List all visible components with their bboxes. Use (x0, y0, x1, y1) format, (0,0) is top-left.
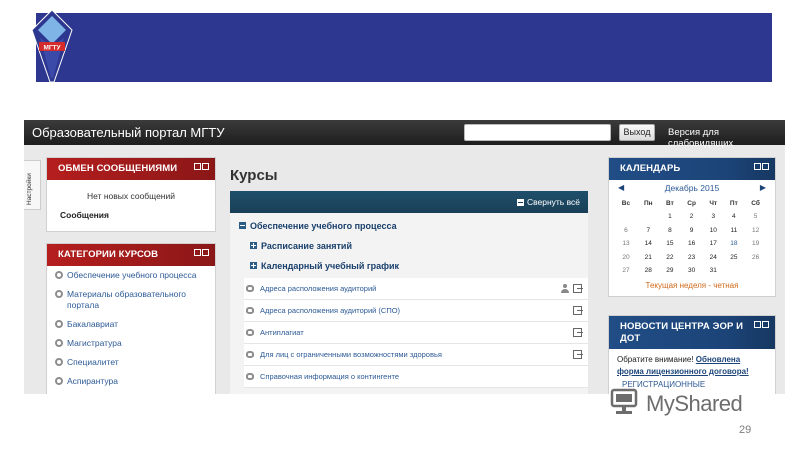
resource-row[interactable]: Справочная информация о контингенте (244, 366, 588, 388)
calendar-nav: ◀ Декабрь 2015 ▶ (609, 180, 775, 196)
category-item[interactable]: Магистратура (55, 338, 209, 349)
news-block: НОВОСТИ ЦЕНТРА ЭОР И ДОТ Обратите вниман… (608, 315, 776, 394)
block-dock-icon[interactable] (762, 163, 769, 170)
svg-text:МГТУ: МГТУ (43, 45, 61, 52)
resource-row[interactable]: Антиплагиат (244, 322, 588, 344)
block-collapse-icon[interactable] (194, 163, 201, 170)
link-icon (246, 329, 254, 336)
slide: МГТУ Образовательный портал МГТУ Выход В… (0, 0, 800, 450)
calendar-grid: Вс Пн Вт Ср Чт Пт Сб 12345 6 7 8 9 10 11 12 13 14 15 16… (615, 196, 767, 278)
section-item[interactable]: Обеспечение учебного процесса (230, 216, 588, 236)
news-block-title-line2: ДОТ (620, 333, 641, 344)
no-messages-text: Нет новых сообщений (87, 191, 175, 201)
settings-tab[interactable]: Настройки (24, 160, 41, 210)
gear-icon (55, 377, 63, 385)
messages-link[interactable]: Сообщения (60, 210, 215, 220)
resource-row[interactable]: Адреса расположения аудиторий (244, 278, 588, 300)
minus-icon (516, 199, 524, 207)
news-link-continued[interactable]: форма лицензионного договора! (617, 366, 767, 378)
news-block-title-line1: НОВОСТИ ЦЕНТРА ЭОР И (620, 321, 744, 332)
block-collapse-icon[interactable] (754, 163, 761, 170)
user-icon[interactable] (561, 284, 569, 293)
link-icon (246, 307, 254, 314)
page-number: 29 (739, 424, 752, 436)
categories-block: КАТЕГОРИИ КУРСОВ Обеспечение учебного пр… (46, 243, 216, 394)
gear-icon (55, 290, 63, 298)
gear-icon (55, 358, 63, 366)
settings-tab-label: Настройки (26, 173, 33, 205)
mgtu-logo: МГТУ (31, 9, 73, 83)
enter-icon[interactable] (573, 284, 583, 293)
calendar-block-header: КАЛЕНДАРЬ (609, 158, 775, 180)
news-link[interactable]: Обновлена (696, 355, 740, 364)
categories-block-header: КАТЕГОРИИ КУРСОВ (47, 244, 215, 266)
link-icon (246, 351, 254, 358)
block-dock-icon[interactable] (762, 321, 769, 328)
impaired-version-link[interactable]: Версия для слабовидящих (668, 127, 785, 149)
categories-block-title: КАТЕГОРИИ КУРСОВ (58, 249, 159, 260)
course-tree-toolbar: Свернуть всё (230, 191, 588, 213)
link-icon (246, 373, 254, 380)
news-block-header: НОВОСТИ ЦЕНТРА ЭОР И ДОТ (609, 316, 775, 349)
calendar-week: 13 14 15 16 17 18 19 (622, 240, 760, 248)
gear-icon (55, 339, 63, 347)
courses-title: Курсы (230, 167, 278, 184)
category-item[interactable]: Материалы образовательного портала (55, 289, 209, 311)
calendar-weekday-row: Вс Пн Вт Ср Чт Пт Сб (621, 199, 760, 207)
enter-icon[interactable] (573, 306, 583, 315)
calendar-block: КАЛЕНДАРЬ ◀ Декабрь 2015 ▶ Вс Пн Вт Ср Чт Пт С… (608, 157, 776, 297)
courses-region: Курсы Свернуть всё Обеспечение учебного … (230, 160, 588, 394)
category-item[interactable]: Бакалавриат (55, 319, 209, 330)
prev-month-icon[interactable]: ◀ (618, 180, 624, 196)
resource-row[interactable]: Адреса расположения аудиторий (СПО) (244, 300, 588, 322)
categories-list: Обеспечение учебного процесса Материалы … (47, 266, 215, 387)
section-item[interactable]: Расписание занятий (230, 236, 588, 256)
calendar-week: 27 28 29 30 31 (622, 267, 717, 275)
collapse-all-button[interactable]: Свернуть всё (516, 197, 580, 207)
block-collapse-icon[interactable] (754, 321, 761, 328)
collapse-icon[interactable] (239, 222, 246, 229)
category-item[interactable]: Специалитет (55, 357, 209, 368)
expand-icon[interactable] (250, 242, 257, 249)
messages-block-header: ОБМЕН СООБЩЕНИЯМИ (47, 158, 215, 180)
link-icon (246, 285, 254, 292)
calendar-week: 20 21 22 23 24 25 26 (622, 253, 760, 261)
calendar-block-title: КАЛЕНДАРЬ (620, 163, 681, 174)
news-notice: Обратите внимание! (617, 355, 694, 364)
messages-block: ОБМЕН СООБЩЕНИЯМИ Нет новых сообщений Со… (46, 157, 216, 232)
myshared-logo-icon (610, 388, 638, 414)
gear-icon (55, 320, 63, 328)
enter-icon[interactable] (573, 328, 583, 337)
block-dock-icon[interactable] (202, 249, 209, 256)
category-item[interactable]: Аспирантура (55, 376, 209, 387)
next-month-icon[interactable]: ▶ (760, 180, 766, 196)
portal-screenshot: Образовательный портал МГТУ Выход Версия… (24, 120, 785, 394)
expand-icon[interactable] (250, 262, 257, 269)
slide-banner (36, 13, 772, 82)
resource-row[interactable]: Для лиц с ограниченными возможностями зд… (244, 344, 588, 366)
news-body: Обратите внимание! Обновлена форма лицен… (609, 349, 775, 378)
section-item[interactable]: Календарный учебный график (230, 256, 588, 276)
current-week-label: Текущая неделя - четная (645, 280, 739, 290)
block-collapse-icon[interactable] (194, 249, 201, 256)
gear-icon (55, 271, 63, 279)
watermark-text: MyShared (646, 391, 743, 416)
category-item[interactable]: Обеспечение учебного процесса (55, 270, 209, 281)
block-dock-icon[interactable] (202, 163, 209, 170)
portal-title[interactable]: Образовательный портал МГТУ (32, 125, 225, 140)
course-tree: Свернуть всё Обеспечение учебного процес… (230, 191, 588, 394)
logout-button[interactable]: Выход (619, 124, 655, 141)
search-input[interactable] (464, 124, 611, 141)
portal-topbar: Образовательный портал МГТУ Выход Версия… (24, 120, 785, 149)
messages-block-title: ОБМЕН СООБЩЕНИЯМИ (58, 163, 178, 174)
calendar-month[interactable]: Декабрь 2015 (665, 183, 719, 193)
calendar-week: 6 7 8 9 10 11 12 (624, 226, 760, 234)
calendar-week: 12345 (668, 213, 758, 221)
enter-icon[interactable] (573, 350, 583, 359)
